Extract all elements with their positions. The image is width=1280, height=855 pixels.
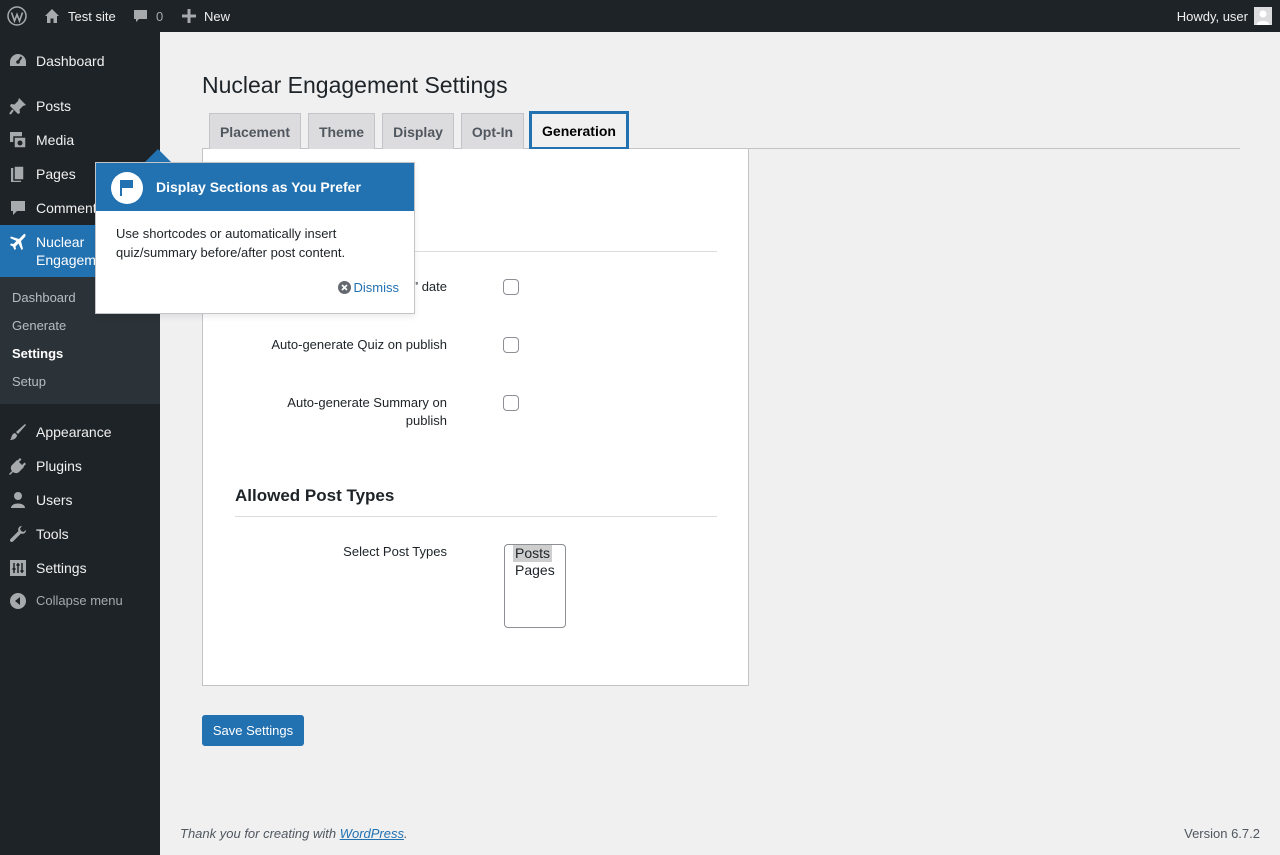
airplane-icon xyxy=(9,233,27,251)
new-label: New xyxy=(204,8,231,24)
sidebar-item-settings[interactable]: Settings xyxy=(0,559,160,577)
wordpress-link[interactable]: WordPress xyxy=(340,826,404,841)
tab-theme[interactable]: Theme xyxy=(308,113,375,149)
settings-icon xyxy=(9,559,27,577)
collapse-menu-button[interactable]: Collapse menu xyxy=(0,592,160,610)
wordpress-logo-icon[interactable] xyxy=(7,0,27,32)
date-checkbox[interactable] xyxy=(503,279,519,295)
tab-display[interactable]: Display xyxy=(382,113,454,149)
dismiss-link[interactable]: Dismiss xyxy=(337,280,400,295)
comments-count: 0 xyxy=(156,8,164,24)
sidebar-item-label: Dashboard xyxy=(36,53,105,69)
avatar xyxy=(1254,7,1272,25)
tab-generation[interactable]: Generation xyxy=(530,112,628,149)
footer-thanks-suffix: . xyxy=(404,826,408,841)
field-label-select-post-types: Select Post Types xyxy=(343,544,447,559)
sidebar-item-label: Settings xyxy=(36,560,87,576)
sidebar-item-label: Plugins xyxy=(36,458,82,474)
section-divider xyxy=(235,516,717,517)
auto-summary-checkbox[interactable] xyxy=(503,395,519,411)
field-label-auto-summary-line1: Auto-generate Summary on xyxy=(287,395,447,410)
auto-quiz-checkbox[interactable] xyxy=(503,337,519,353)
dismiss-icon xyxy=(337,281,351,294)
plus-icon xyxy=(182,9,196,23)
howdy-text: Howdy, user xyxy=(1176,8,1248,24)
submenu-item-settings[interactable]: Settings xyxy=(12,345,63,363)
site-name: Test site xyxy=(68,8,116,24)
footer-thanks-prefix: Thank you for creating with xyxy=(180,826,340,841)
collapse-arrow-icon xyxy=(9,592,27,610)
sidebar-item-posts[interactable]: Posts xyxy=(0,97,160,115)
my-account-link[interactable]: Howdy, user xyxy=(1177,0,1272,32)
sidebar-item-tools[interactable]: Tools xyxy=(0,525,160,543)
nuclear-label-line1: Nuclear xyxy=(36,234,85,250)
comments-link[interactable]: 0 xyxy=(133,0,163,32)
user-icon xyxy=(9,491,27,509)
site-name-link[interactable]: Test site xyxy=(44,0,116,32)
save-settings-button[interactable]: Save Settings xyxy=(202,715,304,746)
admin-sidebar: Dashboard Posts Media Pages Comment Nucl… xyxy=(0,32,160,855)
home-icon xyxy=(44,8,60,24)
allowed-post-types-heading: Allowed Post Types xyxy=(235,486,395,505)
field-label-auto-summary-line2: publish xyxy=(405,413,447,428)
post-types-multiselect[interactable]: Posts Pages xyxy=(504,544,566,628)
admin-bar: Test site 0 New Howdy, user xyxy=(0,0,1280,32)
page-title: Nuclear Engagement Settings xyxy=(202,72,508,98)
footer-version: Version 6.7.2 xyxy=(1184,826,1260,841)
sidebar-item-media[interactable]: Media xyxy=(0,131,160,149)
flag-icon xyxy=(111,172,143,204)
feature-pointer: Display Sections as You Prefer Use short… xyxy=(95,162,415,314)
sidebar-item-label: Pages xyxy=(36,166,76,182)
sidebar-item-appearance[interactable]: Appearance xyxy=(0,423,160,441)
submenu-item-generate[interactable]: Generate xyxy=(12,317,66,335)
pointer-arrow xyxy=(145,149,171,162)
submenu-item-setup[interactable]: Setup xyxy=(12,373,46,391)
submenu-item-dashboard[interactable]: Dashboard xyxy=(12,289,76,307)
sidebar-item-plugins[interactable]: Plugins xyxy=(0,457,160,475)
option-posts[interactable]: Posts xyxy=(513,545,553,562)
field-label-auto-quiz: Auto-generate Quiz on publish xyxy=(271,337,447,352)
brush-icon xyxy=(9,423,27,441)
sidebar-item-label: Posts xyxy=(36,98,72,114)
pointer-header: Display Sections as You Prefer xyxy=(96,163,414,211)
pointer-title: Display Sections as You Prefer xyxy=(156,179,361,195)
nuclear-label-line2: Engagem xyxy=(36,252,96,268)
sidebar-item-label: Users xyxy=(36,492,73,508)
sidebar-item-label: Appearance xyxy=(36,424,112,440)
sidebar-item-users[interactable]: Users xyxy=(0,491,160,509)
collapse-menu-label: Collapse menu xyxy=(36,593,123,608)
comment-bubble-icon xyxy=(133,9,148,24)
pages-icon xyxy=(9,165,27,183)
pointer-body: Use shortcodes or automatically insert q… xyxy=(116,226,346,260)
comments-icon xyxy=(9,199,27,217)
option-pages[interactable]: Pages xyxy=(513,562,557,579)
sidebar-item-label: Comment xyxy=(36,200,97,216)
sidebar-item-label: Media xyxy=(36,132,75,148)
plug-icon xyxy=(9,457,27,475)
wrench-icon xyxy=(9,525,27,543)
tab-opt-in[interactable]: Opt-In xyxy=(461,113,524,149)
dismiss-label: Dismiss xyxy=(353,280,400,295)
sidebar-item-dashboard[interactable]: Dashboard xyxy=(0,52,160,70)
dashboard-icon xyxy=(9,52,27,70)
media-icon xyxy=(9,131,27,149)
tab-placement[interactable]: Placement xyxy=(209,113,301,149)
pin-icon xyxy=(9,97,27,115)
new-content-link[interactable]: New xyxy=(182,0,230,32)
footer-thanks: Thank you for creating with WordPress. xyxy=(180,826,408,841)
sidebar-item-label: Tools xyxy=(36,526,69,542)
